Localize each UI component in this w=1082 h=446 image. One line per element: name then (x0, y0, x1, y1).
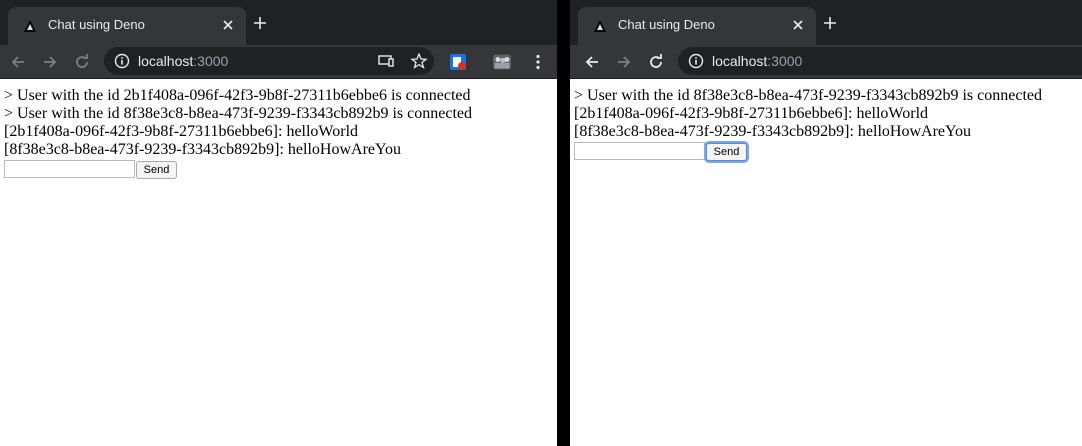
message-input[interactable] (574, 142, 705, 160)
reload-icon[interactable] (73, 53, 91, 71)
message-input[interactable] (4, 160, 135, 178)
send-button[interactable]: Send (706, 143, 747, 161)
message-line: > User with the id 8f38e3c8-b8ea-473f-92… (574, 87, 1042, 104)
url-port: :3000 (193, 53, 229, 69)
forward-arrow-icon[interactable] (615, 53, 633, 71)
message-form: Send (574, 142, 1078, 162)
url-port: :3000 (767, 53, 803, 69)
deno-favicon-icon (24, 20, 36, 32)
url-text: localhost:3000 (138, 53, 228, 69)
info-icon[interactable] (114, 53, 130, 69)
browser-tab[interactable]: Chat using Deno (578, 7, 816, 45)
menu-icon[interactable] (529, 53, 547, 71)
message-line: [8f38e3c8-b8ea-473f-9239-f3343cb892b9]: … (4, 141, 401, 158)
message-line: > User with the id 2b1f408a-096f-42f3-9b… (4, 87, 471, 104)
extension-icon[interactable] (449, 53, 467, 71)
deno-favicon-icon (594, 20, 606, 32)
message-line: > User with the id 8f38e3c8-b8ea-473f-92… (4, 105, 472, 122)
address-bar[interactable]: localhost:3000 (104, 47, 434, 75)
tab-title: Chat using Deno (48, 17, 145, 32)
close-tab-icon[interactable] (220, 17, 236, 33)
reload-icon[interactable] (647, 53, 665, 71)
browser-toolbar: localhost:3000 (0, 45, 557, 79)
browser-window-right: Chat using Deno localhost:3000 > User wi… (570, 0, 1082, 446)
forward-arrow-icon[interactable] (41, 53, 59, 71)
cast-icon[interactable] (377, 53, 395, 69)
browser-tab[interactable]: Chat using Deno (8, 7, 246, 45)
tab-strip: Chat using Deno (570, 0, 1082, 45)
info-icon[interactable] (688, 53, 704, 69)
message-line: [2b1f408a-096f-42f3-9b8f-27311b6ebbe6]: … (4, 123, 359, 140)
tab-title: Chat using Deno (618, 17, 715, 32)
message-line: [8f38e3c8-b8ea-473f-9239-f3343cb892b9]: … (574, 123, 971, 140)
message-line: [2b1f408a-096f-42f3-9b8f-27311b6ebbe6]: … (574, 105, 929, 122)
new-tab-icon[interactable] (252, 15, 268, 31)
message-form: Send (4, 160, 553, 180)
address-bar[interactable]: localhost:3000 (678, 47, 1082, 75)
close-tab-icon[interactable] (790, 17, 806, 33)
profile-avatar-icon[interactable] (493, 53, 511, 71)
url-host: localhost (712, 53, 768, 69)
url-host: localhost (138, 53, 194, 69)
back-arrow-icon[interactable] (583, 53, 601, 71)
star-icon[interactable] (410, 53, 428, 69)
back-arrow-icon[interactable] (9, 53, 27, 71)
url-text: localhost:3000 (712, 53, 802, 69)
page-content: > User with the id 2b1f408a-096f-42f3-9b… (0, 79, 557, 446)
send-button[interactable]: Send (136, 161, 177, 179)
browser-window-left: Chat using Deno localhost:3000 > User wi… (0, 0, 557, 446)
page-content: > User with the id 8f38e3c8-b8ea-473f-92… (570, 79, 1082, 446)
new-tab-icon[interactable] (822, 15, 838, 31)
tab-strip: Chat using Deno (0, 0, 557, 45)
browser-toolbar: localhost:3000 (570, 45, 1082, 79)
